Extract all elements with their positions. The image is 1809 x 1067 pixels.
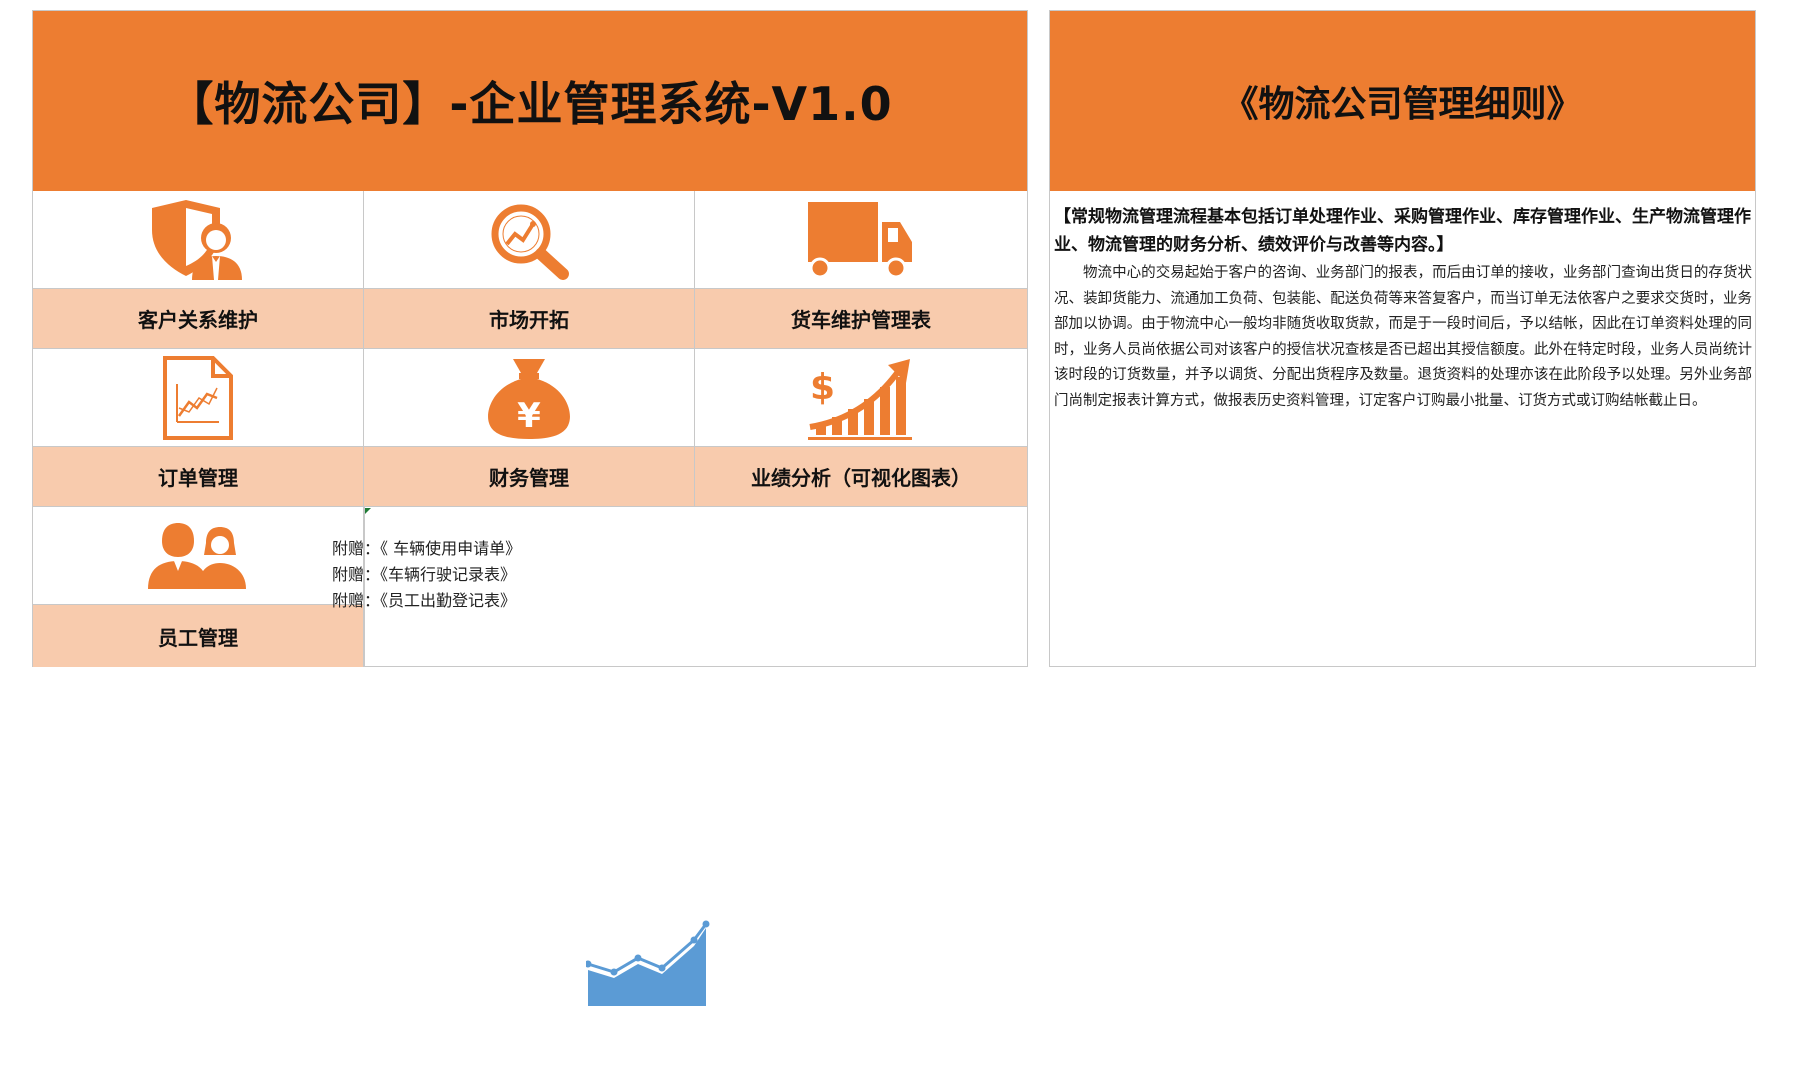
tile-order-management[interactable]: 订单管理: [33, 446, 364, 507]
tile-label: 货车维护管理表: [791, 308, 931, 332]
tile-customer-relations[interactable]: 客户关系维护: [33, 288, 364, 349]
tile-icon-market[interactable]: [364, 191, 695, 288]
tile-label: 订单管理: [158, 466, 238, 490]
appendix-vehicle-request[interactable]: 附赠：《 车辆使用申请单》: [332, 536, 932, 562]
tile-performance-analysis[interactable]: 业绩分析（可视化图表）: [695, 446, 1027, 507]
system-title: 【物流公司】-企业管理系统-V1.0: [167, 77, 893, 131]
tile-staff-management[interactable]: 员工管理: [33, 604, 364, 667]
rules-heading: 【常规物流管理流程基本包括订单处理作业、采购管理作业、库存管理作业、生产物流管理…: [1054, 207, 1751, 255]
cell-comment-marker: [365, 508, 371, 514]
tile-icon-customer[interactable]: [33, 191, 364, 288]
tile-market-development[interactable]: 市场开拓: [364, 288, 695, 349]
tile-label: 员工管理: [158, 625, 238, 650]
svg-text:¥: ¥: [517, 396, 541, 436]
tile-label: 财务管理: [489, 466, 569, 490]
appendix-list: 附赠：《 车辆使用申请单》 附赠：《车辆行驶记录表》 附赠：《员工出勤登记表》: [332, 536, 932, 614]
tile-label: 业绩分析（可视化图表）: [751, 466, 971, 490]
money-bag-yen-icon: ¥: [488, 358, 570, 439]
document-chart-icon: [163, 355, 233, 440]
svg-text:$: $: [810, 367, 835, 408]
rules-header: 《物流公司管理细则》: [1050, 11, 1755, 191]
tile-icon-performance[interactable]: $: [695, 349, 1027, 446]
tile-icon-order[interactable]: [33, 349, 364, 446]
people-icon: [148, 522, 246, 589]
tile-icon-finance[interactable]: ¥: [364, 349, 695, 446]
rules-title: 《物流公司管理细则》: [1222, 84, 1583, 125]
appendix-vehicle-log[interactable]: 附赠：《车辆行驶记录表》: [332, 562, 932, 588]
tile-label: 客户关系维护: [138, 308, 258, 332]
tile-label: 市场开拓: [489, 308, 569, 332]
tile-finance-management[interactable]: 财务管理: [364, 446, 695, 507]
tile-truck-maintenance[interactable]: 货车维护管理表: [695, 288, 1027, 349]
shield-user-icon: [152, 199, 242, 280]
tile-icon-staff[interactable]: [33, 507, 364, 604]
truck-icon: [808, 201, 912, 278]
system-header: 【物流公司】-企业管理系统-V1.0: [33, 11, 1027, 191]
rules-panel: 《物流公司管理细则》 【常规物流管理流程基本包括订单处理作业、采购管理作业、库存…: [1049, 10, 1756, 667]
rules-body: 物流中心的交易起始于客户的咨询、业务部门的报表，而后由订单的接收，业务部门查询出…: [1054, 265, 1752, 409]
line-chart-icon[interactable]: [584, 920, 712, 1006]
magnifier-chart-icon: [491, 204, 569, 280]
dollar-growth-icon: $: [808, 358, 912, 440]
tile-icon-truck[interactable]: [695, 191, 1027, 288]
appendix-attendance[interactable]: 附赠：《员工出勤登记表》: [332, 588, 932, 614]
